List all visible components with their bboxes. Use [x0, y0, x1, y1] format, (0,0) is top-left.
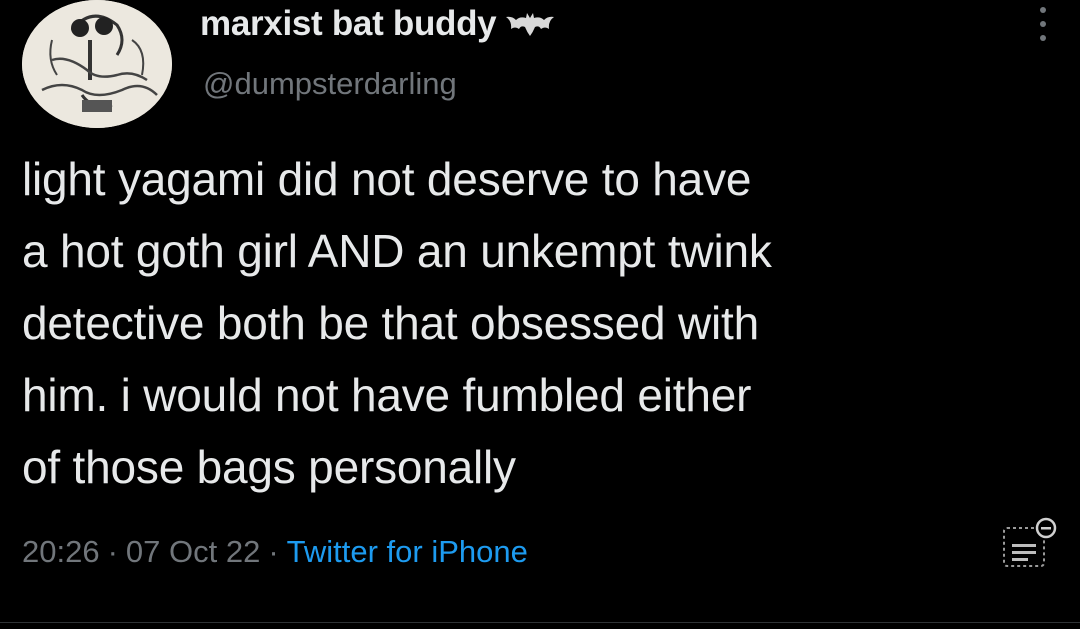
separator: ·	[107, 534, 118, 569]
tweet-date[interactable]: 07 Oct 22	[126, 534, 260, 570]
separator: ·	[268, 534, 279, 569]
more-vertical-icon[interactable]	[1033, 4, 1053, 44]
tweet-meta: 20:26 · 07 Oct 22 · Twitter for iPhone	[22, 534, 528, 570]
author-name-row: marxist bat buddy	[200, 2, 555, 46]
analytics-icon[interactable]	[1000, 514, 1060, 574]
divider	[0, 622, 1080, 623]
handle[interactable]: @dumpsterdarling	[203, 66, 457, 102]
tweet-card: marxist bat buddy @dumpsterdarling light…	[0, 0, 1080, 629]
tweet-time[interactable]: 20:26	[22, 534, 100, 570]
tweet-source-link[interactable]: Twitter for iPhone	[287, 534, 528, 570]
avatar[interactable]	[22, 0, 172, 128]
bat-icon	[506, 10, 555, 38]
display-name[interactable]: marxist bat buddy	[200, 4, 497, 44]
tweet-text: light yagami did not deserve to have a h…	[22, 153, 772, 493]
